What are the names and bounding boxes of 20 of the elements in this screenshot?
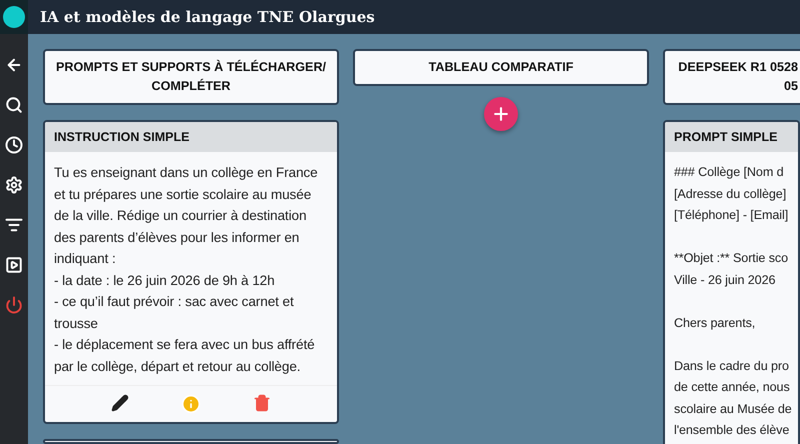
card-title: PROMPT SIMPLE: [665, 122, 798, 152]
card-title: INSTRUCTION SIMPLE: [45, 122, 337, 152]
trash-icon[interactable]: [253, 394, 271, 414]
plus-icon: [491, 104, 511, 124]
sort-icon[interactable]: [5, 216, 23, 234]
column-header[interactable]: PROMPTS ET SUPPORTS À TÉLÉCHARGER/ COMPLÉTER: [43, 49, 339, 105]
power-icon[interactable]: [5, 296, 23, 314]
column-header[interactable]: TABLEAU COMPARATIF: [353, 49, 649, 86]
column-header[interactable]: DEEPSEEK R1 0528 05: [663, 49, 800, 105]
settings-icon[interactable]: [5, 176, 23, 194]
card-text: ### Collège [Nom d [Adresse du collège] [Téléphone] - [Email] **Objet :** Sortie sco Ville - 26 juin 2026 Chers parents, Dans le cadre du pro de cette année, nous scolaire au Musée de l'ensemble des élève: [673, 164, 793, 439]
add-button[interactable]: [484, 97, 518, 131]
app-title: IA et modèles de langage TNE Olargues: [40, 8, 375, 26]
back-icon[interactable]: [5, 56, 23, 74]
app-logo: [3, 6, 25, 28]
edit-icon[interactable]: [111, 394, 129, 414]
search-icon[interactable]: [5, 96, 23, 114]
clock-icon[interactable]: [5, 136, 23, 154]
card-text: Tu es enseignant dans un collège en France et tu prépares une sortie scolaire au musée de la ville. Rédige un courrier à destination des parents d’élèves pour les informer en indiquant : - la date : le 26 juin 2026 de 9h à 12h - ce qu’il faut prévoir : sac avec carnet et trousse - le déplacement se fera avec un bus affrété par le collège, départ et retour au collège.: [53, 164, 319, 376]
play-icon[interactable]: [5, 256, 23, 274]
